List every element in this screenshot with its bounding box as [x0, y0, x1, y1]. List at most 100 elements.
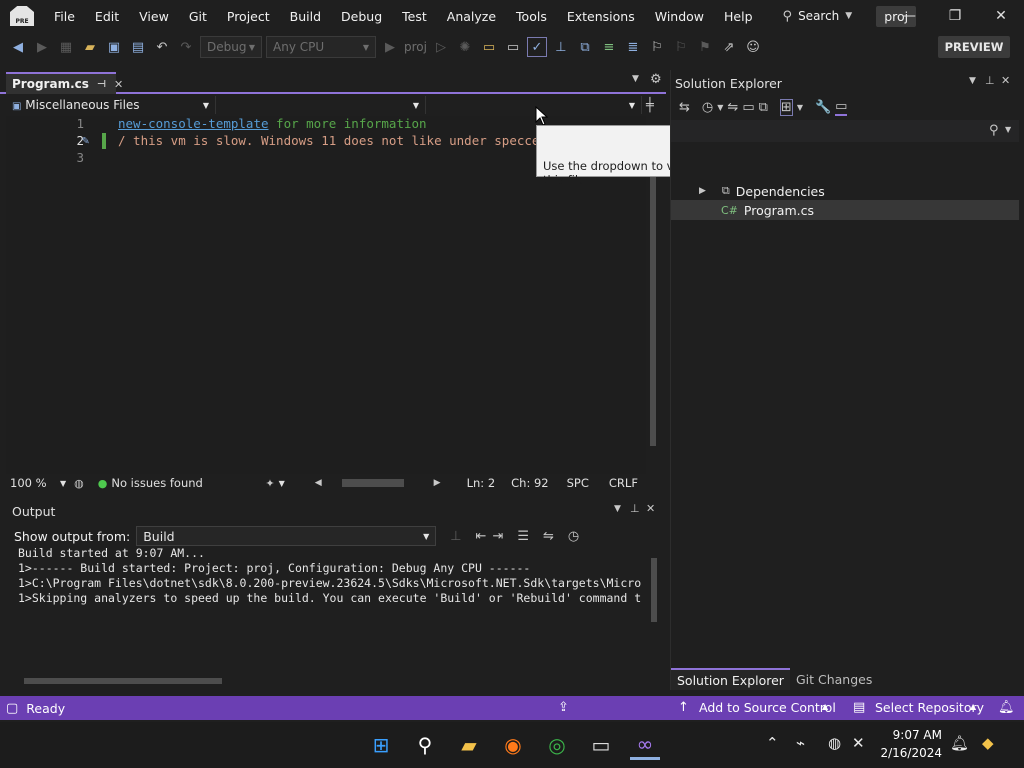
horizontal-scroll-thumb[interactable] [341, 479, 404, 487]
new-item-icon[interactable]: ▦ [56, 37, 76, 57]
collapse-all-icon[interactable]: ▭ [742, 100, 754, 115]
restore-button[interactable]: ❐ [932, 0, 978, 32]
issues-status[interactable]: No issues found [111, 476, 261, 490]
line-ending[interactable]: CRLF [609, 476, 638, 490]
output-vertical-scrollbar[interactable] [646, 548, 662, 672]
sync-view-icon[interactable]: ⇆ [679, 100, 690, 115]
save-icon[interactable]: ▣ [104, 37, 124, 57]
back-icon[interactable]: ◀ [8, 37, 28, 57]
source-control-icon[interactable]: ↑ [678, 700, 689, 715]
output-source-dropdown[interactable]: Build ▼ [136, 526, 437, 546]
menu-help[interactable]: Help [714, 0, 763, 32]
tree-item-program-cs[interactable]: C# Program.cs [671, 200, 1019, 220]
column-position[interactable]: Ch: 92 [511, 476, 548, 490]
minimize-button[interactable]: — [886, 0, 932, 32]
scroll-left-icon[interactable]: ◀ [315, 478, 322, 488]
show-hidden-icons-icon[interactable]: ⌃ [766, 734, 779, 752]
preview-badge[interactable]: PREVIEW [938, 36, 1010, 58]
menu-debug[interactable]: Debug [331, 0, 392, 32]
zoom-dropdown-icon[interactable]: ▼ [60, 479, 66, 488]
tab-list-icon[interactable]: ▼ [632, 74, 639, 84]
menu-tools[interactable]: Tools [506, 0, 557, 32]
hot-reload-icon[interactable]: ✺ [455, 37, 475, 57]
sol-pin-icon[interactable]: ⊥ [985, 74, 995, 87]
folder-view-icon[interactable]: ▭ [479, 37, 499, 57]
spell-check-icon[interactable]: ✓ [526, 37, 547, 57]
output-text[interactable]: Build started at 9:07 AM... 1>------ Bui… [18, 546, 646, 666]
zoom-level[interactable]: 100 % [10, 476, 60, 490]
timestamp-icon[interactable]: ◷ [568, 529, 579, 544]
whitespace-mode[interactable]: SPC [567, 476, 589, 490]
scroll-right-icon[interactable]: ▶ [434, 478, 441, 488]
add-to-source-control-button[interactable]: Add to Source Control [699, 700, 836, 715]
copilot-icon[interactable]: ◆ [982, 734, 994, 752]
search-options-icon[interactable]: ▼ [1005, 125, 1011, 134]
close-tab-icon[interactable]: ✕ [114, 78, 123, 91]
project-scope-dropdown[interactable]: ▣ Miscellaneous Files ▼ [6, 96, 216, 114]
clock-time[interactable]: 9:07 AM [886, 728, 942, 742]
redo-icon[interactable]: ↷ [176, 37, 196, 57]
prev-message-icon[interactable]: ⇤ [476, 529, 487, 544]
scroll-thumb[interactable] [650, 146, 656, 446]
output-hscroll-thumb[interactable] [24, 678, 222, 684]
save-all-icon[interactable]: ▤ [128, 37, 148, 57]
search-button[interactable]: ⚲ Search ▼ [775, 4, 861, 28]
tab-program-cs[interactable]: Program.cs ⊣ ✕ [6, 72, 123, 94]
menu-project[interactable]: Project [217, 0, 280, 32]
cleanup-icon[interactable]: ✦ [265, 477, 274, 490]
menu-analyze[interactable]: Analyze [437, 0, 506, 32]
menu-build[interactable]: Build [280, 0, 331, 32]
solution-search-input[interactable]: ⚲ ▼ [671, 120, 1019, 142]
select-repository-button[interactable]: Select Repository [875, 700, 984, 715]
go-to-error-icon[interactable]: ⊥ [450, 529, 461, 544]
sol-menu-icon[interactable]: ▼ [969, 76, 976, 86]
sol-close-icon[interactable]: ✕ [1001, 74, 1010, 87]
search-icon[interactable]: ⚲ [410, 730, 440, 760]
firefox-icon[interactable]: ◉ [498, 730, 528, 760]
output-close-icon[interactable]: ✕ [646, 502, 655, 515]
word-wrap-icon[interactable]: ⇋ [543, 529, 554, 544]
chrome-icon[interactable]: ◎ [542, 730, 572, 760]
filter-dropdown-icon[interactable]: ▼ [797, 103, 803, 112]
outdent-icon[interactable]: ≣ [623, 37, 643, 57]
split-icon[interactable]: ╪ [646, 98, 654, 113]
history-icon[interactable]: ◷ [702, 100, 713, 115]
start-icon[interactable]: ▶ [380, 37, 400, 57]
preview-selected-icon[interactable]: ▭ [835, 99, 848, 116]
tree-item-dependencies[interactable]: ▶ ⧉ Dependencies [699, 181, 825, 201]
source-control-dropdown-icon[interactable]: ▲ [822, 702, 828, 711]
type-dropdown[interactable]: ▼ [216, 96, 426, 114]
publish-icon[interactable]: ⇪ [558, 700, 569, 715]
platform-dropdown[interactable]: Any CPU ▼ [266, 36, 376, 58]
tab-git-changes[interactable]: Git Changes [790, 672, 878, 687]
expand-icon[interactable]: ▶ [699, 186, 706, 196]
clear-all-icon[interactable]: ☰ [517, 529, 529, 544]
prev-bookmark-icon[interactable]: ⚐ [671, 37, 691, 57]
member-dropdown[interactable]: ▼ [426, 96, 642, 114]
properties-icon[interactable]: 🔧 [815, 100, 831, 115]
pin-icon[interactable]: ⊣ [97, 79, 106, 90]
output-menu-icon[interactable]: ▼ [614, 504, 621, 514]
bell-icon[interactable]: 🔔︎ [998, 700, 1015, 715]
close-window-button[interactable]: ✕ [978, 0, 1024, 32]
open-folder-icon[interactable]: ▰ [80, 37, 100, 57]
history-dropdown-icon[interactable]: ▼ [717, 103, 723, 112]
visual-studio-icon[interactable]: ∞ [630, 730, 660, 760]
quick-action-icon[interactable]: ✎ [82, 133, 89, 147]
output-pin-icon[interactable]: ⊥ [630, 502, 640, 515]
copy-icon[interactable]: ⧉ [575, 37, 595, 57]
cleanup-dropdown-icon[interactable]: ▼ [279, 479, 285, 488]
menu-view[interactable]: View [129, 0, 179, 32]
output-scroll-thumb[interactable] [651, 558, 657, 622]
show-all-files-icon[interactable]: ⧉ [759, 100, 768, 115]
menu-file[interactable]: File [44, 0, 85, 32]
network-off-icon[interactable]: ⌁ [796, 734, 805, 752]
file-explorer-icon[interactable]: ▰ [454, 730, 484, 760]
layout-icon[interactable]: ▭ [503, 37, 523, 57]
repository-icon[interactable]: ▤ [853, 700, 865, 715]
next-bookmark-icon[interactable]: ⚑ [695, 37, 715, 57]
undo-icon[interactable]: ↶ [152, 37, 172, 57]
start-without-debug-icon[interactable]: ▷ [431, 37, 451, 57]
menu-git[interactable]: Git [179, 0, 217, 32]
menu-window[interactable]: Window [645, 0, 714, 32]
